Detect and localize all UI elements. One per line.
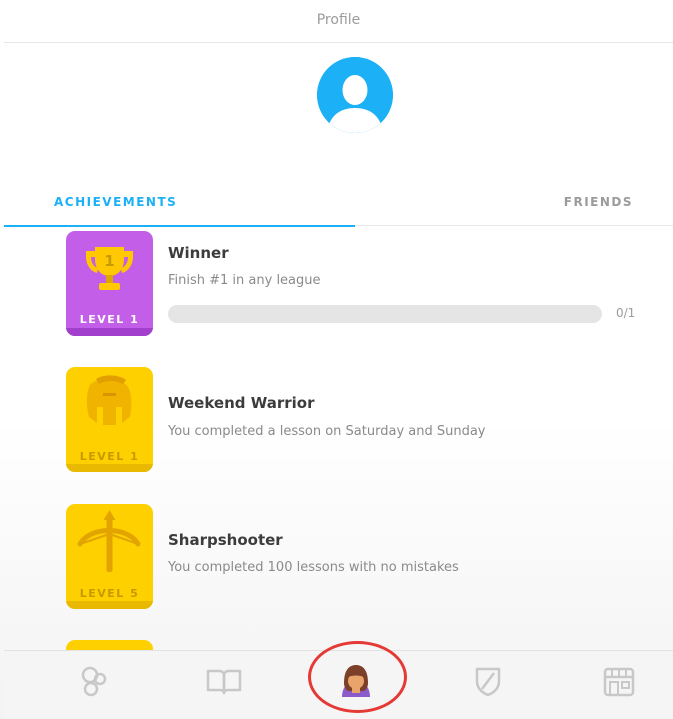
trophy-icon: 1 bbox=[86, 247, 133, 290]
achievement-description: You completed a lesson on Saturday and S… bbox=[168, 424, 486, 439]
tab-achievements[interactable]: ACHIEVEMENTS bbox=[4, 186, 355, 227]
badge-level-label: LEVEL 5 bbox=[79, 587, 140, 600]
achievement-badge-sharpshooter[interactable]: LEVEL 5 bbox=[66, 504, 153, 609]
badge-level-label: LEVEL 1 bbox=[79, 450, 140, 463]
svg-text:1: 1 bbox=[104, 252, 114, 270]
learn-icon bbox=[81, 666, 107, 697]
nav-leagues[interactable] bbox=[443, 651, 533, 711]
achievement-title: Winner bbox=[168, 244, 229, 262]
achievement-title: Sharpshooter bbox=[168, 531, 283, 549]
stories-icon bbox=[206, 669, 242, 695]
default-user-icon bbox=[317, 57, 393, 133]
badge-level-label: LEVEL 1 bbox=[79, 313, 140, 326]
highlight-ring bbox=[308, 641, 407, 713]
achievement-description: Finish #1 in any league bbox=[168, 273, 321, 288]
achievement-title: Weekend Warrior bbox=[168, 394, 315, 412]
achievement-badge-weekend-warrior[interactable]: LEVEL 1 bbox=[66, 367, 153, 472]
nav-shop[interactable] bbox=[574, 651, 664, 711]
profile-tabs: ACHIEVEMENTS FRIENDS bbox=[4, 186, 673, 227]
nav-learn[interactable] bbox=[49, 651, 139, 711]
achievement-progress-bar bbox=[168, 305, 602, 323]
page-title: Profile bbox=[4, 0, 673, 43]
avatar[interactable] bbox=[317, 57, 393, 133]
achievement-progress-text: 0/1 bbox=[616, 306, 636, 320]
nav-stories[interactable] bbox=[179, 651, 269, 711]
tab-friends[interactable]: FRIENDS bbox=[564, 186, 633, 226]
leagues-shield-icon bbox=[475, 667, 501, 697]
crossbow-icon bbox=[77, 510, 141, 572]
achievement-badge-winner[interactable]: 1 LEVEL 1 bbox=[66, 231, 153, 336]
spartan-helmet-icon bbox=[86, 375, 132, 425]
profile-screen: Profile ACHIEVEMENTS FRIENDS 1 LEVEL 1 W… bbox=[0, 0, 673, 719]
achievement-description: You completed 100 lessons with no mistak… bbox=[168, 560, 459, 575]
shop-icon bbox=[603, 667, 635, 697]
